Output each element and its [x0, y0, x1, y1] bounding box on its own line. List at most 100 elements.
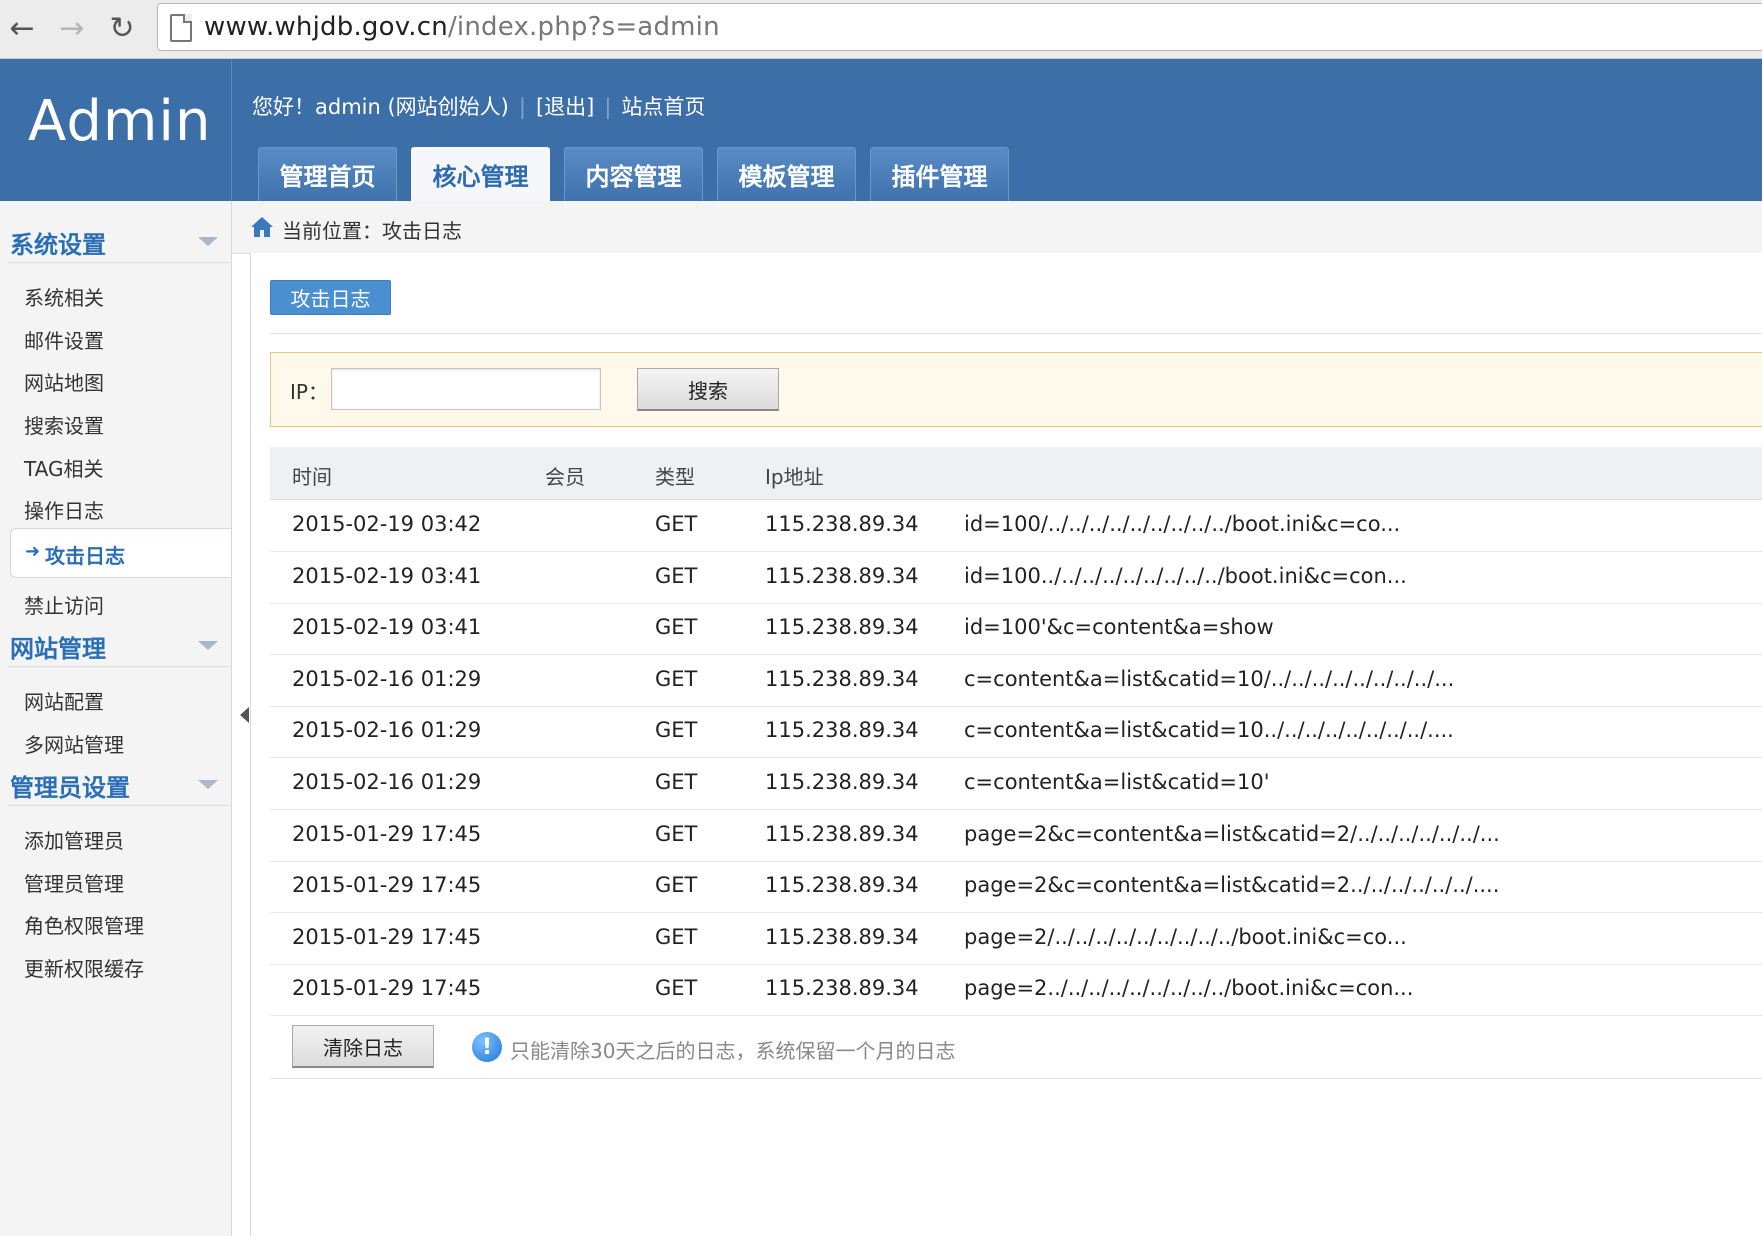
- table-row: 2015-01-29 17:45 GET 115.238.89.34 page=2&c…: [270, 810, 1762, 862]
- column-header-ip: Ip地址: [765, 465, 824, 489]
- table-row: 2015-01-29 17:45 GET 115.238.89.34 page=2&c…: [270, 861, 1762, 914]
- url-host: www.whjdb.gov.cn: [204, 12, 448, 42]
- tab-content-management[interactable]: 内容管理: [564, 147, 703, 201]
- greeting-text: 您好！admin (网站创始人): [252, 95, 509, 119]
- divider: [8, 262, 230, 263]
- cell-time: 2015-02-16 01:29: [292, 666, 482, 691]
- sidebar-item-admin-management[interactable]: 管理员管理: [24, 868, 124, 897]
- cell-query: id=100'&c=content&a=show: [964, 615, 1274, 640]
- cell-type: GET: [655, 666, 698, 691]
- cell-ip: 115.238.89.34: [765, 873, 919, 898]
- cell-time: 2015-02-19 03:41: [292, 563, 482, 588]
- chevron-down-icon[interactable]: [198, 780, 218, 789]
- search-button[interactable]: 搜索: [637, 368, 779, 411]
- breadcrumb-text: 当前位置：攻击日志: [282, 219, 462, 243]
- cell-query: id=100/../../../../../../../../../boot.i…: [964, 512, 1401, 536]
- cell-ip: 115.238.89.34: [765, 821, 919, 846]
- sidebar-item-sitemap[interactable]: 网站地图: [24, 367, 104, 396]
- sidebar-item-system[interactable]: 系统相关: [24, 282, 104, 311]
- info-icon: !: [472, 1032, 502, 1062]
- sidebar-item-search-settings[interactable]: 搜索设置: [24, 410, 104, 439]
- cell-ip: 115.238.89.34: [765, 512, 919, 536]
- chevron-down-icon[interactable]: [198, 237, 218, 246]
- cell-time: 2015-01-29 17:45: [292, 924, 482, 949]
- divider: [8, 805, 230, 806]
- divider: [270, 1078, 1762, 1079]
- cell-query: c=content&a=list&catid=10/../../../../..…: [964, 666, 1455, 691]
- sidebar-item-attack-log[interactable]: ➜ 攻击日志: [10, 528, 231, 578]
- user-info-bar: 您好！admin (网站创始人) | [退出] | 站点首页: [252, 91, 705, 121]
- clear-log-button[interactable]: 清除日志: [292, 1025, 434, 1068]
- breadcrumb: 当前位置：攻击日志: [232, 201, 1762, 254]
- cell-ip: 115.238.89.34: [765, 718, 919, 743]
- chevron-down-icon[interactable]: [198, 641, 218, 650]
- cell-time: 2015-02-19 03:42: [292, 512, 482, 536]
- site-home-link[interactable]: 站点首页: [621, 91, 705, 121]
- cell-type: GET: [655, 924, 698, 949]
- browser-toolbar: ← → ↻ www.whjdb.gov.cn/index.php?s=admin: [0, 0, 1762, 59]
- table-row: 2015-02-19 03:41 GET 115.238.89.34 id=100'&…: [270, 603, 1762, 656]
- forward-arrow-icon[interactable]: →: [52, 8, 92, 48]
- sidebar-item-multi-site[interactable]: 多网站管理: [24, 729, 124, 758]
- logo-divider: [231, 59, 232, 201]
- cell-query: page=2&c=content&a=list&catid=2../../../…: [964, 873, 1500, 898]
- tab-core-management[interactable]: 核心管理: [411, 147, 550, 201]
- info-text: 只能清除30天之后的日志，系统保留一个月的日志: [510, 1039, 956, 1063]
- cell-type: GET: [655, 770, 698, 794]
- cell-ip: 115.238.89.34: [765, 924, 919, 949]
- divider: [270, 333, 1762, 334]
- cell-ip: 115.238.89.34: [765, 666, 919, 691]
- url-text[interactable]: www.whjdb.gov.cn/index.php?s=admin: [204, 12, 720, 42]
- column-header-type: 类型: [655, 465, 695, 489]
- collapse-sidebar-icon[interactable]: [240, 707, 249, 723]
- address-bar[interactable]: www.whjdb.gov.cn/index.php?s=admin: [157, 3, 1762, 51]
- attack-log-tab[interactable]: 攻击日志: [270, 280, 391, 315]
- cell-time: 2015-01-29 17:45: [292, 821, 482, 846]
- back-arrow-icon[interactable]: ←: [2, 8, 42, 48]
- divider: [8, 666, 230, 667]
- divider: |: [604, 95, 612, 119]
- divider: |: [518, 95, 526, 119]
- sidebar-section-admin-settings[interactable]: 管理员设置: [10, 768, 130, 803]
- table-row: 2015-02-16 01:29 GET 115.238.89.34 c=conten…: [270, 706, 1762, 759]
- cell-ip: 115.238.89.34: [765, 563, 919, 588]
- reload-icon[interactable]: ↻: [102, 8, 142, 48]
- table-header: 时间 会员 类型 Ip地址: [270, 447, 1762, 500]
- ip-search-input[interactable]: [331, 368, 601, 410]
- tab-admin-home[interactable]: 管理首页: [258, 147, 397, 201]
- url-path: /index.php?s=admin: [447, 12, 720, 42]
- ip-label: IP：: [290, 380, 328, 404]
- cell-time: 2015-02-16 01:29: [292, 770, 482, 794]
- sidebar-section-system-settings[interactable]: 系统设置: [10, 225, 106, 260]
- logout-link[interactable]: [退出]: [536, 91, 594, 121]
- sidebar-item-tag[interactable]: TAG相关: [24, 453, 104, 482]
- table-row: 2015-01-29 17:45 GET 115.238.89.34 page=2..…: [270, 964, 1762, 1017]
- cell-type: GET: [655, 873, 698, 898]
- sidebar-item-mail-settings[interactable]: 邮件设置: [24, 325, 104, 354]
- cell-time: 2015-01-29 17:45: [292, 873, 482, 898]
- sidebar-item-block-access[interactable]: 禁止访问: [24, 590, 104, 619]
- cell-ip: 115.238.89.34: [765, 770, 919, 794]
- cell-ip: 115.238.89.34: [765, 976, 919, 1001]
- sidebar-item-label: 攻击日志: [45, 544, 125, 568]
- cell-type: GET: [655, 976, 698, 1001]
- cell-query: page=2../../../../../../../../../boot.in…: [964, 976, 1414, 1001]
- tab-plugin-management[interactable]: 插件管理: [870, 147, 1009, 201]
- sidebar-item-add-admin[interactable]: 添加管理员: [24, 825, 124, 854]
- column-header-member: 会员: [545, 465, 585, 489]
- sidebar-item-refresh-permission-cache[interactable]: 更新权限缓存: [24, 953, 144, 982]
- home-icon: [251, 217, 273, 237]
- sidebar-section-site-management[interactable]: 网站管理: [10, 629, 106, 664]
- cell-query: c=content&a=list&catid=10': [964, 770, 1270, 794]
- sidebar: 系统设置 系统相关 邮件设置 网站地图 搜索设置 TAG相关 操作日志 ➜ 攻击…: [0, 201, 232, 1236]
- arrow-right-icon: ➜: [25, 541, 41, 562]
- tab-template-management[interactable]: 模板管理: [717, 147, 856, 201]
- sidebar-item-role-permissions[interactable]: 角色权限管理: [24, 910, 144, 939]
- admin-header: Admin 您好！admin (网站创始人) | [退出] | 站点首页 管理首页 核心…: [0, 59, 1762, 201]
- cell-type: GET: [655, 821, 698, 846]
- sidebar-item-site-config[interactable]: 网站配置: [24, 686, 104, 715]
- sidebar-item-operation-log[interactable]: 操作日志: [24, 495, 104, 524]
- table-row: 2015-02-19 03:41 GET 115.238.89.34 id=100..…: [270, 552, 1762, 604]
- page-icon: [170, 14, 192, 42]
- cell-ip: 115.238.89.34: [765, 615, 919, 640]
